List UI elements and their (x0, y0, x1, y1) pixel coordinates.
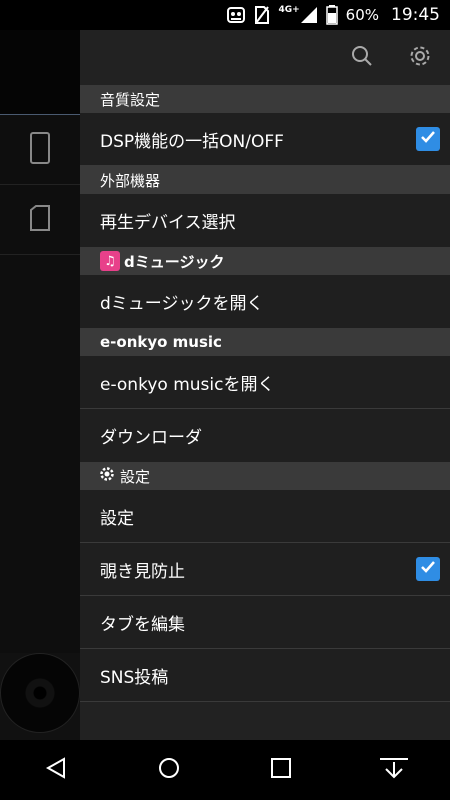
network-type: 4G+ (278, 5, 300, 15)
dmusic-logo: ♫ dミュージック (100, 251, 224, 272)
item-downloader[interactable]: ダウンローダ (80, 409, 450, 462)
music-note-icon: ♫ (100, 251, 120, 271)
recents-button[interactable] (256, 745, 306, 795)
item-label: タブを編集 (100, 614, 185, 635)
settings-button[interactable] (406, 44, 434, 72)
vinyl-icon (0, 653, 80, 733)
item-label: 覗き見防止 (100, 561, 185, 582)
section-eonkyo: e-onkyo music (80, 328, 450, 356)
section-audio-quality: 音質設定 (80, 85, 450, 113)
pull-down-icon (378, 756, 410, 784)
search-icon (351, 45, 373, 71)
dsp-checkbox[interactable] (416, 127, 440, 151)
section-external-devices: 外部機器 (80, 166, 450, 194)
item-label: DSP機能の一括ON/OFF (100, 131, 284, 152)
system-nav-bar (0, 740, 450, 800)
gear-icon (100, 467, 114, 485)
section-title: 設定 (120, 467, 151, 486)
navigation-drawer: 音質設定 DSP機能の一括ON/OFF 外部機器 再生デバイス選択 ♫ dミュー… (80, 30, 450, 740)
eonkyo-logo: e-onkyo music (100, 333, 222, 351)
section-title: 外部機器 (100, 171, 161, 190)
item-open-dmusic[interactable]: dミュージックを開く (80, 275, 450, 328)
back-button[interactable] (31, 745, 81, 795)
search-button[interactable] (348, 44, 376, 72)
item-sns-post[interactable]: SNS投稿 (80, 649, 450, 702)
section-title: 音質設定 (100, 90, 161, 109)
no-sim-icon (254, 5, 270, 25)
dmusic-logo-text: dミュージック (124, 252, 225, 271)
check-icon (419, 128, 437, 151)
signal-icon: 4G+ (278, 5, 317, 24)
home-button[interactable] (144, 745, 194, 795)
item-open-eonkyo[interactable]: e-onkyo musicを開く (80, 356, 450, 409)
item-label: e-onkyo musicを開く (100, 374, 275, 395)
item-privacy-filter[interactable]: 覗き見防止 (80, 543, 450, 596)
item-label: dミュージックを開く (100, 294, 264, 314)
background-player[interactable] (0, 653, 80, 740)
item-settings[interactable]: 設定 (80, 490, 450, 543)
item-label: SNS投稿 (100, 667, 169, 688)
eonkyo-logo-text: e-onkyo music (100, 333, 222, 351)
battery-icon (325, 5, 338, 25)
background-header (0, 30, 80, 115)
phone-icon (30, 131, 50, 168)
app-notification-icon (226, 5, 246, 25)
item-select-playback-device[interactable]: 再生デバイス選択 (80, 194, 450, 247)
item-label: 再生デバイス選択 (100, 213, 236, 233)
drawer-header (80, 30, 450, 85)
notification-shade-button[interactable] (369, 745, 419, 795)
section-dmusic: ♫ dミュージック (80, 247, 450, 275)
background-row-device[interactable] (0, 115, 80, 185)
item-label: 設定 (100, 508, 134, 529)
status-bar: 4G+ 60% 19:45 (0, 0, 450, 30)
sd-card-icon (30, 204, 50, 235)
background-app (0, 30, 80, 740)
home-circle-icon (157, 756, 181, 784)
recents-square-icon (270, 757, 292, 783)
gear-icon (409, 45, 431, 71)
back-triangle-icon (44, 756, 68, 784)
section-settings: 設定 (80, 462, 450, 490)
item-dsp-toggle[interactable]: DSP機能の一括ON/OFF (80, 113, 450, 166)
background-row-sdcard[interactable] (0, 185, 80, 255)
privacy-checkbox[interactable] (416, 557, 440, 581)
battery-level: 60% (345, 6, 379, 24)
check-icon (419, 558, 437, 581)
item-label: ダウンローダ (100, 428, 202, 448)
item-edit-tabs[interactable]: タブを編集 (80, 596, 450, 649)
clock: 19:45 (391, 5, 440, 25)
